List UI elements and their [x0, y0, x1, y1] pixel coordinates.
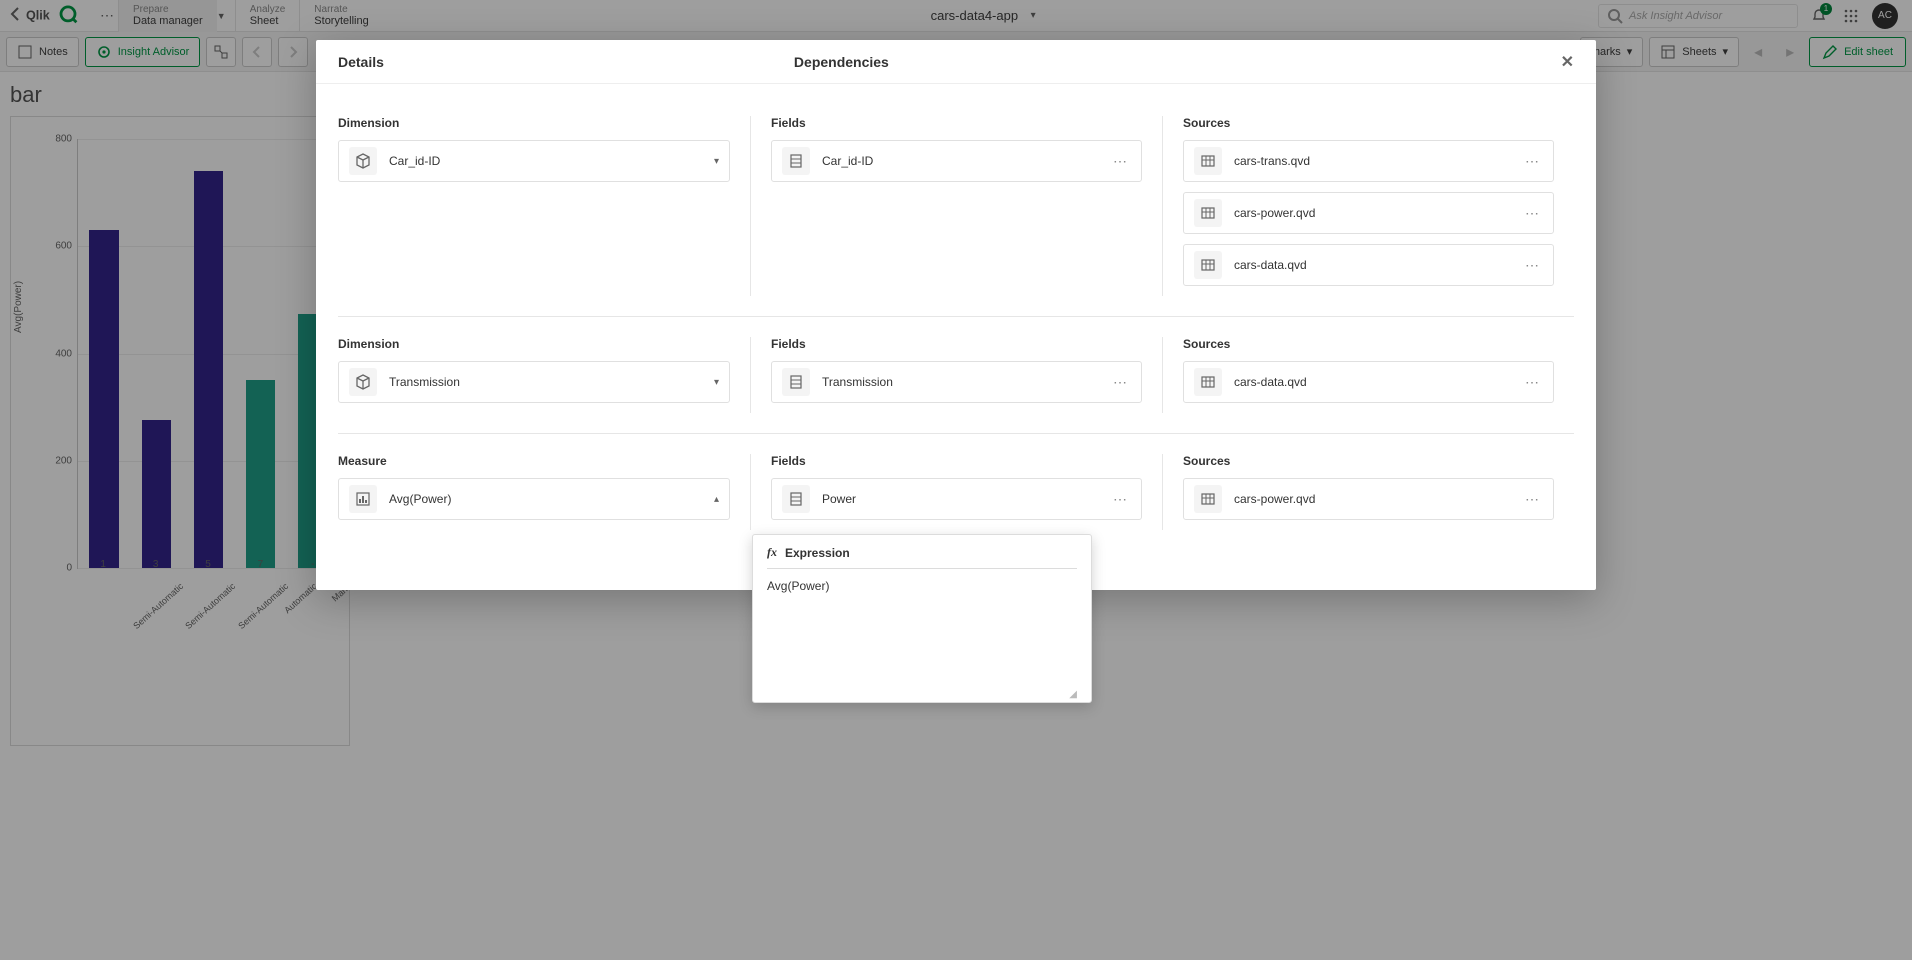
modal-details-title: Details	[338, 54, 384, 70]
dep-card-src[interactable]: cars-power.qvd ⋯	[1183, 192, 1554, 234]
dep-card-src[interactable]: cars-data.qvd ⋯	[1183, 361, 1554, 403]
dep-col-header: Measure	[338, 454, 730, 468]
dep-col-header: Sources	[1183, 337, 1554, 351]
dim-icon	[349, 368, 377, 396]
modal-header: Details Dependencies ✕	[316, 40, 1596, 84]
dep-col-left: Dimension Transmission ▾	[338, 337, 750, 413]
src-icon	[1194, 147, 1222, 175]
resize-handle-icon[interactable]: ◢	[767, 689, 1077, 702]
dep-card-field[interactable]: Power ⋯	[771, 478, 1142, 520]
src-icon	[1194, 485, 1222, 513]
field-icon	[782, 485, 810, 513]
src-icon	[1194, 199, 1222, 227]
dependencies-modal: Details Dependencies ✕ Dimension Car_id-…	[316, 40, 1596, 590]
expression-popover: fx Expression Avg(Power) ◢	[752, 534, 1092, 703]
dep-col-header: Fields	[771, 454, 1142, 468]
dep-col-header: Sources	[1183, 116, 1554, 130]
more-icon[interactable]: ⋯	[1521, 153, 1543, 170]
dep-section: Dimension Transmission ▾ Fields Transmis…	[338, 317, 1574, 434]
dep-card-label: Transmission	[822, 375, 1097, 389]
more-icon[interactable]: ⋯	[1521, 374, 1543, 391]
more-icon[interactable]: ⋯	[1109, 491, 1131, 508]
dep-col-header: Dimension	[338, 116, 730, 130]
dep-col-header: Fields	[771, 337, 1142, 351]
dep-card-label: cars-power.qvd	[1234, 206, 1509, 220]
dep-card-src[interactable]: cars-data.qvd ⋯	[1183, 244, 1554, 286]
dep-card-label: cars-data.qvd	[1234, 375, 1509, 389]
dep-section: Dimension Car_id-ID ▾ Fields Car_id-ID ⋯…	[338, 96, 1574, 317]
chevron-up-icon[interactable]: ▴	[714, 494, 719, 505]
dep-col-sources: Sources cars-power.qvd ⋯	[1162, 454, 1574, 530]
dep-card-meas[interactable]: Avg(Power) ▴	[338, 478, 730, 520]
expression-title: Expression	[785, 546, 850, 560]
src-icon	[1194, 251, 1222, 279]
expression-body: Avg(Power)	[767, 569, 1077, 689]
src-icon	[1194, 368, 1222, 396]
dep-card-label: cars-power.qvd	[1234, 492, 1509, 506]
dep-col-header: Dimension	[338, 337, 730, 351]
modal-close-icon[interactable]: ✕	[1561, 52, 1574, 72]
dep-card-label: Car_id-ID	[822, 154, 1097, 168]
fx-icon: fx	[767, 545, 777, 560]
dep-col-fields: Fields Power ⋯	[750, 454, 1162, 530]
chevron-down-icon[interactable]: ▾	[714, 377, 719, 388]
more-icon[interactable]: ⋯	[1521, 491, 1543, 508]
modal-deps-title: Dependencies	[794, 54, 889, 70]
dep-card-label: cars-data.qvd	[1234, 258, 1509, 272]
dep-card-field[interactable]: Car_id-ID ⋯	[771, 140, 1142, 182]
dep-col-left: Measure Avg(Power) ▴	[338, 454, 750, 530]
more-icon[interactable]: ⋯	[1109, 374, 1131, 391]
dep-card-dim[interactable]: Car_id-ID ▾	[338, 140, 730, 182]
dep-col-header: Sources	[1183, 454, 1554, 468]
dep-card-label: Avg(Power)	[389, 492, 702, 506]
dep-card-label: Car_id-ID	[389, 154, 702, 168]
more-icon[interactable]: ⋯	[1109, 153, 1131, 170]
field-icon	[782, 147, 810, 175]
dep-card-field[interactable]: Transmission ⋯	[771, 361, 1142, 403]
dep-col-header: Fields	[771, 116, 1142, 130]
modal-overlay[interactable]: Details Dependencies ✕ Dimension Car_id-…	[0, 0, 1912, 960]
dep-col-fields: Fields Transmission ⋯	[750, 337, 1162, 413]
dep-card-src[interactable]: cars-power.qvd ⋯	[1183, 478, 1554, 520]
meas-icon	[349, 485, 377, 513]
dep-card-src[interactable]: cars-trans.qvd ⋯	[1183, 140, 1554, 182]
dep-col-sources: Sources cars-trans.qvd ⋯ cars-power.qvd …	[1162, 116, 1574, 296]
dep-card-label: cars-trans.qvd	[1234, 154, 1509, 168]
modal-body: Dimension Car_id-ID ▾ Fields Car_id-ID ⋯…	[316, 84, 1596, 550]
dep-section: Measure Avg(Power) ▴ Fields Power ⋯ Sour…	[338, 434, 1574, 550]
dep-card-label: Power	[822, 492, 1097, 506]
dep-card-dim[interactable]: Transmission ▾	[338, 361, 730, 403]
field-icon	[782, 368, 810, 396]
dep-col-fields: Fields Car_id-ID ⋯	[750, 116, 1162, 296]
chevron-down-icon[interactable]: ▾	[714, 156, 719, 167]
dep-col-left: Dimension Car_id-ID ▾	[338, 116, 750, 296]
more-icon[interactable]: ⋯	[1521, 257, 1543, 274]
dep-card-label: Transmission	[389, 375, 702, 389]
dim-icon	[349, 147, 377, 175]
dep-col-sources: Sources cars-data.qvd ⋯	[1162, 337, 1574, 413]
more-icon[interactable]: ⋯	[1521, 205, 1543, 222]
